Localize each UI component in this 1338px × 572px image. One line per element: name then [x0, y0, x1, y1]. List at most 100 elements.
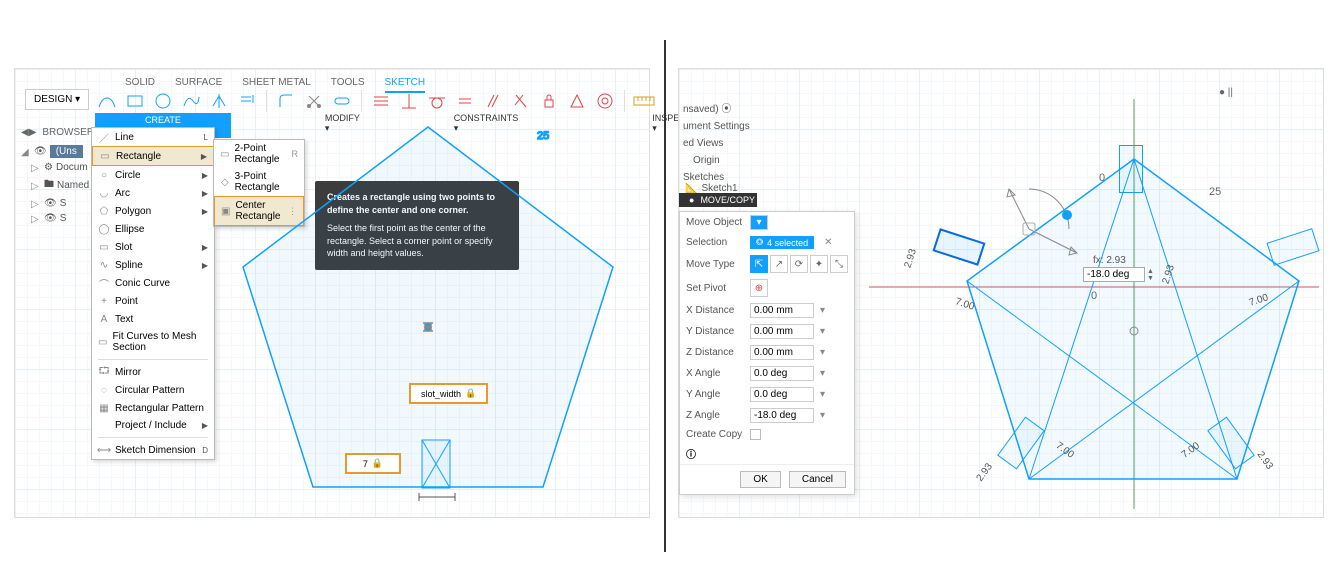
lock-icon: 🔒 — [372, 458, 383, 469]
browser-row-root[interactable]: ◢👁(Uns — [21, 143, 89, 160]
create-copy-checkbox[interactable] — [750, 429, 761, 440]
named-views-label[interactable]: ed Views — [679, 135, 754, 152]
browser-row-named[interactable]: ▷🖿Named — [21, 175, 89, 196]
symmetry-constraint-icon[interactable] — [565, 89, 589, 113]
svg-text:0: 0 — [1091, 290, 1097, 302]
circle-tool-icon[interactable] — [151, 89, 175, 113]
angle-spinner[interactable]: ▲▼ — [1147, 268, 1154, 282]
create-arc[interactable]: ◡Arc▶ — [92, 184, 214, 202]
ok-button[interactable]: OK — [740, 471, 780, 488]
fix-constraint-icon[interactable] — [537, 89, 561, 113]
cancel-button[interactable]: Cancel — [789, 471, 846, 488]
create-point[interactable]: +Point — [92, 292, 214, 310]
fillet-tool-icon[interactable] — [274, 89, 298, 113]
create-copy-row: Create Copy — [680, 426, 854, 443]
menu-sep — [98, 359, 208, 360]
browser-row-s2[interactable]: ▷👁S — [21, 211, 89, 226]
slot-width-label[interactable]: slot_width🔒 — [409, 383, 488, 404]
create-circle[interactable]: ○Circle▶ — [92, 166, 214, 184]
unsaved-label[interactable]: nsaved) ⦿ — [679, 97, 754, 118]
move-ptpt-icon[interactable]: ⤡ — [830, 255, 848, 273]
move-object-select[interactable]: ▾ — [750, 215, 768, 230]
create-ellipse[interactable]: ◯Ellipse — [92, 220, 214, 238]
y-distance-input[interactable] — [750, 324, 814, 339]
create-mirror[interactable]: ⮔Mirror — [92, 363, 214, 381]
svg-text:25: 25 — [537, 130, 549, 142]
mirror-tool-icon[interactable] — [207, 89, 231, 113]
dim-value: 7 — [363, 459, 368, 469]
selection-chip[interactable]: ⭗ 4 selected — [750, 236, 814, 249]
create-line[interactable]: ／LineL — [92, 128, 214, 146]
clear-selection-icon[interactable]: ✕ — [820, 237, 836, 248]
browser-header[interactable]: ◀▶ BROWSER — [21, 127, 94, 138]
slot-tool-icon[interactable] — [330, 89, 354, 113]
create-circ-pattern[interactable]: ◌Circular Pattern — [92, 381, 214, 399]
lock-icon: 🔒 — [465, 388, 476, 399]
toolbar-sep — [266, 90, 267, 112]
create-fit-curves[interactable]: ▭Fit Curves to Mesh Section — [92, 328, 214, 356]
design-workspace-button[interactable]: DESIGN ▾ — [25, 89, 89, 110]
create-rect-pattern[interactable]: ▦Rectangular Pattern — [92, 399, 214, 417]
offset-tool-icon[interactable] — [235, 89, 259, 113]
svg-text:0: 0 — [1099, 172, 1105, 184]
move-footer: OK Cancel — [680, 464, 854, 494]
perp-constraint-icon[interactable] — [397, 89, 421, 113]
z-angle-row: Z Angle▾ — [680, 405, 854, 426]
slot-rect[interactable] — [419, 437, 459, 497]
toolbar-sep — [361, 90, 362, 112]
browser-row-s1[interactable]: ▷👁S — [21, 196, 89, 211]
create-conic[interactable]: ⌒Conic Curve — [92, 274, 214, 292]
set-pivot-label: Set Pivot — [686, 283, 744, 294]
create-slot[interactable]: ▭Slot▶ — [92, 238, 214, 256]
create-polygon[interactable]: ⬠Polygon▶ — [92, 202, 214, 220]
slot-top[interactable] — [1119, 145, 1143, 193]
gizmo-fx-label: fx: 2.93 — [1093, 255, 1126, 266]
move-type-row: Move Type ⇱ ↗ ⟳ ✦ ⤡ — [680, 252, 854, 276]
z-distance-row: Z Distance▾ — [680, 342, 854, 363]
tangent-constraint-icon[interactable] — [425, 89, 449, 113]
spline-tool-icon[interactable] — [179, 89, 203, 113]
set-pivot-button[interactable]: ⊕ — [750, 279, 768, 297]
move-object-row: Move Object ▾ — [680, 212, 854, 233]
move-copy-header[interactable]: ●MOVE/COPY — [679, 193, 757, 207]
browser-tree: ◢👁(Uns ▷⚙Docum ▷🖿Named ▷👁S ▷👁S — [21, 143, 89, 226]
x-angle-row: X Angle▾ — [680, 363, 854, 384]
angle-input-widget[interactable]: ▲▼ — [1083, 267, 1154, 282]
create-rectangle[interactable]: ▭Rectangle▶ — [92, 146, 214, 166]
z-distance-input[interactable] — [750, 345, 814, 360]
measure-tool-icon[interactable] — [632, 89, 656, 113]
create-dimension[interactable]: ⟷Sketch DimensionD — [92, 441, 214, 459]
horiz-constraint-icon[interactable] — [369, 89, 393, 113]
move-object-label: Move Object — [686, 217, 744, 228]
y-angle-input[interactable] — [750, 387, 814, 402]
right-app-panel: ● || nsaved) ⦿ ument Settings ed Views O… — [678, 68, 1324, 518]
x-distance-input[interactable] — [750, 303, 814, 318]
trim-tool-icon[interactable] — [302, 89, 326, 113]
move-translate-icon[interactable]: ↗ — [770, 255, 788, 273]
concentric-constraint-icon[interactable] — [593, 89, 617, 113]
create-spline[interactable]: ∿Spline▶ — [92, 256, 214, 274]
top-right-controls[interactable]: ● || — [1219, 87, 1233, 98]
doc-settings-label[interactable]: ument Settings — [679, 118, 754, 135]
create-text[interactable]: AText — [92, 310, 214, 328]
slot-width-value[interactable]: 7🔒 — [345, 453, 401, 474]
parallel-constraint-icon[interactable] — [481, 89, 505, 113]
info-row: ⓘ — [680, 443, 854, 464]
rectangle-tool-icon[interactable] — [123, 89, 147, 113]
z-angle-input[interactable] — [750, 408, 814, 423]
svg-text:25: 25 — [1209, 186, 1221, 198]
panel-divider — [664, 40, 666, 552]
collinear-constraint-icon[interactable] — [509, 89, 533, 113]
origin-label[interactable]: Origin — [679, 152, 754, 169]
x-angle-input[interactable] — [750, 366, 814, 381]
collapse-icon[interactable]: ◀▶ — [21, 127, 36, 138]
move-point-icon[interactable]: ✦ — [810, 255, 828, 273]
move-rotate-icon[interactable]: ⟳ — [790, 255, 808, 273]
create-project[interactable]: Project / Include▶ — [92, 417, 214, 434]
angle-value-input[interactable] — [1083, 267, 1145, 282]
move-free-icon[interactable]: ⇱ — [750, 255, 768, 273]
line-tool-icon[interactable] — [95, 89, 119, 113]
move-header-wrap: ●MOVE/COPY — [679, 193, 757, 207]
browser-row-doc[interactable]: ▷⚙Docum — [21, 160, 89, 175]
equal-constraint-icon[interactable] — [453, 89, 477, 113]
